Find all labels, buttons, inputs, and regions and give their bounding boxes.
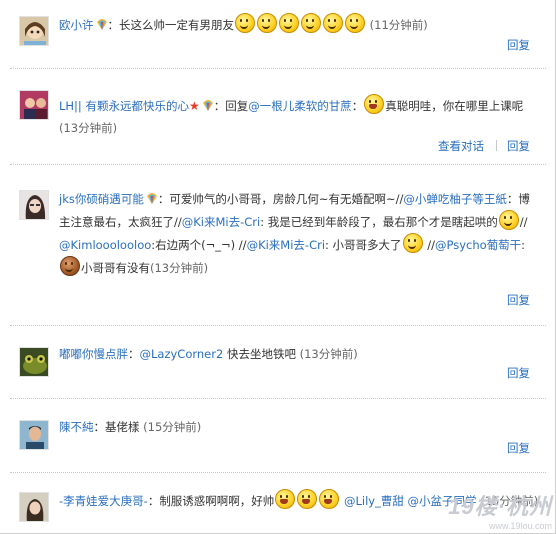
mention-link[interactable]: @一根儿柔软的甘蔗	[248, 99, 352, 113]
comment-item: jks你硕硝遇可能 ：可爱帅气的小哥哥，房龄几何~有无婚配啊~//@小蝉吃柚子等王…	[0, 170, 548, 320]
timestamp: (13分钟前)	[59, 121, 118, 135]
separator	[10, 398, 546, 399]
site-watermark: 19楼·杭州 www.19lou.com	[448, 489, 552, 531]
laughing-emoji-icon	[297, 489, 318, 509]
colon: ：	[147, 494, 160, 508]
avatar[interactable]	[19, 90, 49, 120]
watermark-url: www.19lou.com	[488, 521, 552, 531]
rainbow-vip-icon	[96, 19, 107, 30]
comment-body: 快去坐地铁吧	[223, 347, 296, 361]
comment-body: 真聪明哇，你在哪里上课呢	[385, 99, 524, 113]
reply-link[interactable]: 回复	[507, 139, 530, 153]
mention-link[interactable]: @Ki来Mi去-Cri	[182, 215, 260, 229]
colon: ：	[93, 420, 106, 434]
rainbow-vip-icon	[146, 193, 157, 204]
comment-actions: 回复	[507, 363, 530, 383]
comment-text: 欧小许 ：长这么帅一定有男朋友 (11分钟前)	[59, 13, 538, 36]
smiley-emoji-icon	[235, 13, 255, 33]
avatar-frog-icon	[20, 348, 48, 376]
smiley-emoji-icon	[301, 13, 321, 33]
smiley-emoji-icon	[402, 233, 423, 253]
avatar-photo-icon	[20, 421, 48, 449]
comment-body: 长这么帅一定有男朋友	[119, 18, 234, 32]
timestamp: (15分钟前)	[143, 420, 202, 434]
username-link[interactable]: jks你硕硝遇可能	[59, 192, 144, 206]
comment-text: 嘟嘟你慢点胖：@LazyCorner2 快去坐地铁吧 (13分钟前)	[59, 343, 538, 365]
comment-item: 欧小许 ：长这么帅一定有男朋友 (11分钟前) 回复	[0, 8, 548, 62]
mention-link[interactable]: @小蝉吃柚子等王紙	[403, 192, 507, 206]
reply-link[interactable]: 回复	[507, 366, 530, 380]
view-conversation-link[interactable]: 查看对话	[438, 139, 484, 153]
mention-link[interactable]: @Psycho葡萄干	[435, 238, 521, 252]
comment-actions: 查看对话 回复	[438, 136, 530, 156]
colon: ：	[157, 192, 170, 206]
comment-actions: 回复	[507, 438, 530, 458]
comment-body: :右边两个(¬_¬) //	[151, 238, 247, 252]
comment-body: 可爱帅气的小哥哥，房龄几何~有无婚配啊~//	[169, 192, 404, 206]
avatar[interactable]	[19, 16, 49, 46]
grin-emoji-icon	[498, 210, 519, 230]
comment-text: 陳不純：基佬樣 (15分钟前)	[59, 416, 538, 438]
reply-prefix: 回复	[225, 99, 249, 113]
avatar[interactable]	[19, 347, 49, 377]
reply-link[interactable]: 回复	[507, 293, 530, 307]
timestamp: (11分钟前)	[369, 18, 428, 32]
avatar[interactable]	[19, 492, 49, 522]
comment-body: : 我是已经到年龄段了，最右那个才是瞎起哄的	[260, 215, 498, 229]
comment-actions: 回复	[507, 35, 530, 55]
comment-text: jks你硕硝遇可能 ：可爱帅气的小哥哥，房龄几何~有无婚配啊~//@小蝉吃柚子等王…	[59, 188, 538, 279]
colon: ：	[351, 99, 364, 113]
mention-link[interactable]: @Kimlooolooloo	[59, 238, 151, 252]
comment-item: LH|| 有颗永远都快乐的心★ ：回复@一根儿柔软的甘蔗： 真聪明哇，你在哪里上课呢…	[0, 74, 548, 156]
smiley-emoji-icon	[257, 13, 277, 33]
mention-link[interactable]: @Lily_曹甜	[344, 494, 404, 508]
comment-body: //	[423, 238, 435, 252]
username-link[interactable]: 嘟嘟你慢点胖	[59, 347, 128, 361]
divider	[496, 140, 497, 151]
separator	[10, 472, 546, 473]
laughing-emoji-icon	[275, 489, 296, 509]
rainbow-vip-icon	[202, 100, 213, 111]
reply-link[interactable]: 回复	[507, 38, 530, 52]
laughing-emoji-icon	[319, 489, 340, 509]
smiley-emoji-icon	[323, 13, 343, 33]
monkey-emoji-icon	[60, 256, 80, 276]
timestamp: (13分钟前)	[150, 261, 209, 275]
username-link[interactable]: -李青娃爱大庚哥-	[59, 494, 148, 508]
avatar-cartoon-girl-icon	[20, 17, 48, 45]
timestamp: (13分钟前)	[299, 347, 358, 361]
separator	[10, 164, 546, 165]
comment-body: 基佬樣	[105, 420, 140, 434]
comment-actions: 回复	[507, 290, 530, 310]
colon: ：	[128, 347, 140, 361]
comment-item: 陳不純：基佬樣 (15分钟前) 回复	[0, 404, 548, 466]
colon: ：	[107, 18, 120, 32]
star-icon: ★	[188, 99, 200, 113]
avatar[interactable]	[19, 420, 49, 450]
avatar-photo-icon	[20, 191, 48, 219]
username-link[interactable]: 欧小许	[59, 18, 94, 32]
mention-link[interactable]: @Ki来Mi去-Cri	[247, 238, 325, 252]
colon: ：	[213, 99, 226, 113]
comment-text: LH|| 有颗永远都快乐的心★ ：回复@一根儿柔软的甘蔗： 真聪明哇，你在哪里上课呢…	[59, 94, 538, 139]
comment-body: 制服诱惑啊啊啊，好帅	[159, 494, 275, 508]
mention-link[interactable]: @LazyCorner2	[140, 347, 224, 361]
laughing-emoji-icon	[364, 94, 385, 114]
username-link[interactable]: 陳不純	[59, 420, 94, 434]
watermark-logo: 19楼·杭州	[448, 494, 552, 519]
avatar-photo-icon	[20, 91, 48, 119]
smiley-emoji-icon	[345, 13, 365, 33]
comment-item: 嘟嘟你慢点胖：@LazyCorner2 快去坐地铁吧 (13分钟前) 回复	[0, 331, 548, 391]
smiley-emoji-icon	[279, 13, 299, 33]
avatar-photo-icon	[20, 493, 48, 521]
separator	[10, 68, 546, 69]
comment-body: : 小哥哥多大了	[325, 238, 402, 252]
comment-body: 小哥哥有没有	[81, 261, 150, 275]
comment-body: //	[519, 215, 528, 229]
comment-body: :	[521, 238, 526, 252]
reply-link[interactable]: 回复	[507, 441, 530, 455]
separator	[10, 325, 546, 326]
username-link[interactable]: LH|| 有颗永远都快乐的心	[59, 99, 189, 113]
avatar[interactable]	[19, 190, 49, 220]
